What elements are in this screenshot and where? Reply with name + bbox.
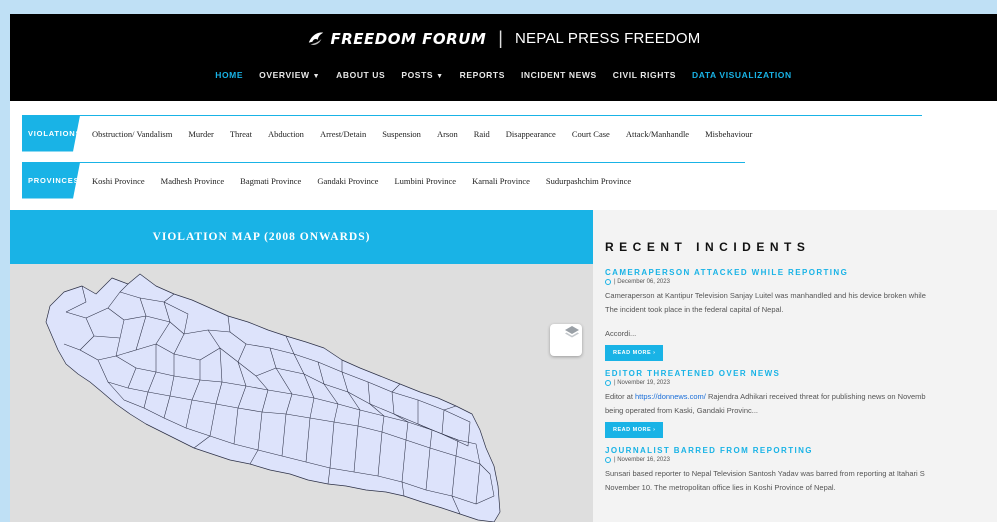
nav-civil-rights[interactable]: CIVIL RIGHTS bbox=[605, 70, 684, 80]
filter-disappearance[interactable]: Disappearance bbox=[498, 129, 564, 139]
nav-about-us[interactable]: ABOUT US bbox=[328, 70, 393, 80]
violation-map-panel: VIOLATION MAP (2008 ONWARDS) bbox=[10, 210, 593, 522]
nav-overview[interactable]: OVERVIEW ▼ bbox=[251, 70, 328, 80]
nepal-outline bbox=[45, 273, 501, 522]
filter-sudurpashchim-province[interactable]: Sudurpashchim Province bbox=[538, 176, 639, 186]
incident-excerpt: Editor at https://donnews.com/ Rajendra … bbox=[605, 392, 926, 415]
filter-attack-manhandle[interactable]: Attack/Manhandle bbox=[618, 129, 697, 139]
read-more-button[interactable]: READ MORE › bbox=[605, 422, 664, 438]
filter-arrest-detain[interactable]: Arrest/Detain bbox=[312, 129, 374, 139]
nav-data-visualization[interactable]: DATA VISUALIZATION bbox=[684, 70, 800, 80]
filter-lumbini-province[interactable]: Lumbini Province bbox=[386, 176, 464, 186]
filter-threat[interactable]: Threat bbox=[222, 129, 260, 139]
filter-madhesh-province[interactable]: Madhesh Province bbox=[153, 176, 233, 186]
filter-gandaki-province[interactable]: Gandaki Province bbox=[309, 176, 386, 186]
incident-title[interactable]: JOURNALIST BARRED FROM REPORTING bbox=[605, 446, 997, 455]
brand-separator: | bbox=[498, 28, 503, 48]
incident-date: | December 06, 2023 bbox=[605, 279, 997, 285]
map-canvas[interactable] bbox=[10, 264, 593, 522]
chevron-down-icon: ▼ bbox=[436, 73, 444, 80]
brand[interactable]: FREEDOM FORUM | NEPAL PRESS FREEDOM bbox=[10, 28, 997, 49]
clock-icon bbox=[605, 457, 611, 463]
province-filter-bar: PROVINCES Koshi Province Madhesh Provinc… bbox=[22, 162, 745, 199]
incident-item: EDITOR THREATENED OVER NEWS | November 1… bbox=[605, 369, 997, 438]
recent-incidents-panel: RECENT INCIDENTS CAMERAPERSON ATTACKED W… bbox=[593, 210, 997, 522]
donnews-link[interactable]: https://donnews.com/ bbox=[635, 392, 706, 401]
site-header: FREEDOM FORUM | NEPAL PRESS FREEDOM HOME… bbox=[10, 14, 997, 101]
main-nav: HOME OVERVIEW ▼ ABOUT US POSTS ▼ REPORTS I… bbox=[10, 70, 997, 80]
clock-icon bbox=[605, 380, 611, 386]
dove-logo-icon bbox=[308, 31, 323, 45]
site: FREEDOM FORUM | NEPAL PRESS FREEDOM HOME… bbox=[10, 14, 997, 522]
incident-title[interactable]: CAMERAPERSON ATTACKED WHILE REPORTING bbox=[605, 268, 997, 277]
filter-obstruction-vandalism[interactable]: Obstruction/ Vandalism bbox=[80, 129, 180, 139]
incident-item: CAMERAPERSON ATTACKED WHILE REPORTING | … bbox=[605, 268, 997, 361]
filter-misbehaviour[interactable]: Misbehaviour bbox=[697, 129, 760, 139]
map-title: VIOLATION MAP (2008 ONWARDS) bbox=[152, 231, 371, 243]
nav-home[interactable]: HOME bbox=[207, 70, 251, 80]
incident-excerpt: Cameraperson at Kantipur Television Sanj… bbox=[605, 291, 926, 338]
incident-excerpt: Sunsari based reporter to Nepal Televisi… bbox=[605, 469, 925, 492]
logo-text: FREEDOM FORUM bbox=[330, 29, 487, 48]
provinces-tag: PROVINCES bbox=[22, 162, 80, 199]
layers-control-button[interactable] bbox=[550, 324, 582, 356]
filter-murder[interactable]: Murder bbox=[180, 129, 222, 139]
incident-date: | November 16, 2023 bbox=[605, 457, 997, 463]
layers-icon bbox=[565, 326, 579, 338]
recent-incidents-heading: RECENT INCIDENTS bbox=[605, 240, 811, 254]
nav-reports[interactable]: REPORTS bbox=[452, 70, 513, 80]
filter-karnali-province[interactable]: Karnali Province bbox=[464, 176, 538, 186]
clock-icon bbox=[605, 279, 611, 285]
nav-incident-news[interactable]: INCIDENT NEWS bbox=[513, 70, 605, 80]
incident-item: JOURNALIST BARRED FROM REPORTING | Novem… bbox=[605, 446, 997, 495]
filter-abduction[interactable]: Abduction bbox=[260, 129, 312, 139]
chevron-down-icon: ▼ bbox=[312, 73, 321, 80]
violations-tag: VIOLATIONS bbox=[22, 115, 80, 152]
filter-arson[interactable]: Arson bbox=[429, 129, 466, 139]
incident-title[interactable]: EDITOR THREATENED OVER NEWS bbox=[605, 369, 997, 378]
read-more-button[interactable]: READ MORE › bbox=[605, 345, 664, 361]
filter-koshi-province[interactable]: Koshi Province bbox=[80, 176, 153, 186]
nepal-district-map[interactable] bbox=[24, 264, 544, 522]
filter-raid[interactable]: Raid bbox=[466, 129, 498, 139]
filter-suspension[interactable]: Suspension bbox=[374, 129, 429, 139]
site-title: NEPAL PRESS FREEDOM bbox=[514, 30, 701, 47]
violation-filter-bar: VIOLATIONS Obstruction/ Vandalism Murder… bbox=[22, 115, 922, 152]
map-title-bar: VIOLATION MAP (2008 ONWARDS) bbox=[10, 210, 593, 264]
incident-date: | November 19, 2023 bbox=[605, 380, 997, 386]
nav-posts[interactable]: POSTS ▼ bbox=[393, 70, 451, 80]
filter-bagmati-province[interactable]: Bagmati Province bbox=[232, 176, 309, 186]
filter-court-case[interactable]: Court Case bbox=[564, 129, 618, 139]
